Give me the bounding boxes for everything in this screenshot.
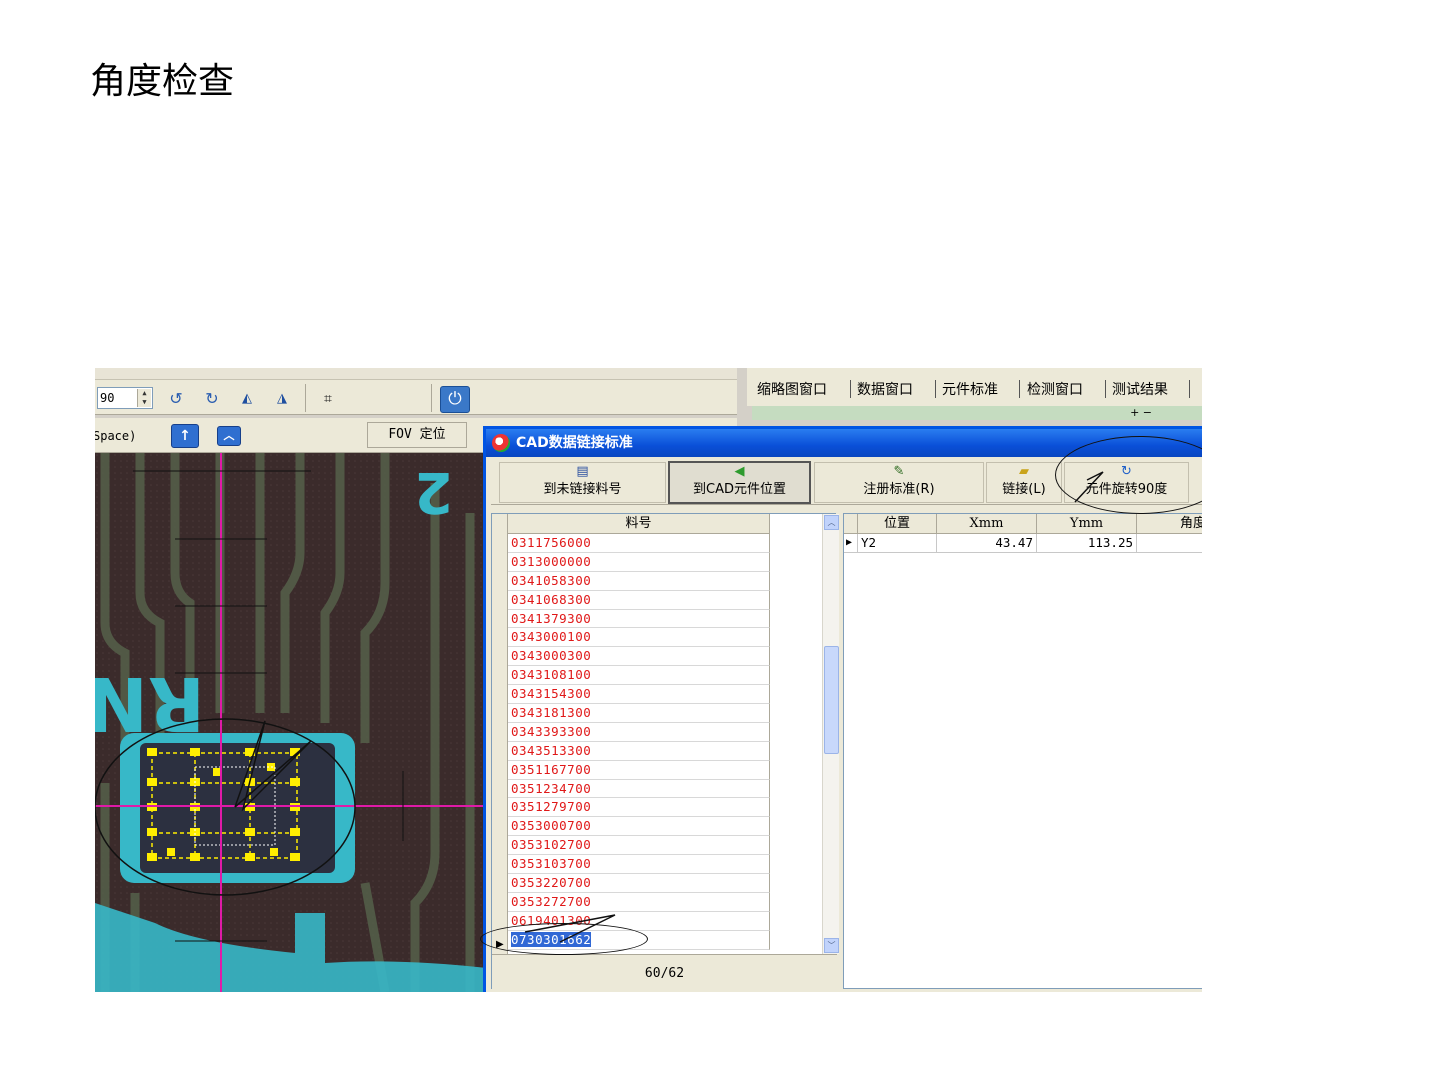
application-screenshot: 90 ▲ ▼ ↺ ↻ ◭ ◮ ⌗ ⏻ Space) ↑ ︿ FOV 定位 缩略图窗… (95, 368, 1202, 992)
annotation-pointers (524, 471, 1104, 943)
slide-title: 角度检查 (90, 61, 235, 102)
